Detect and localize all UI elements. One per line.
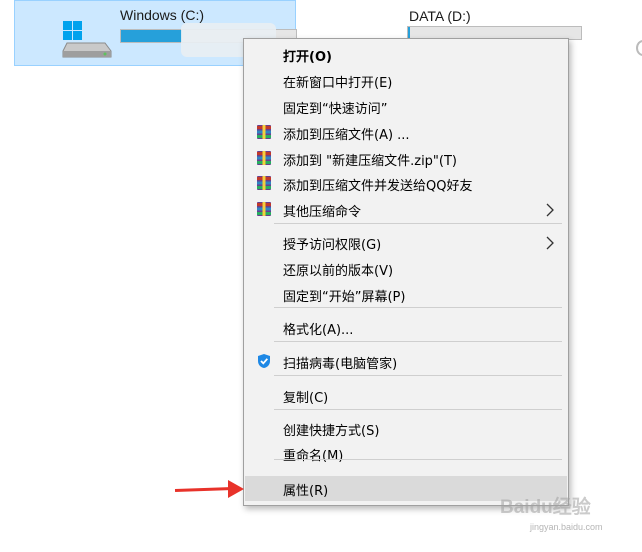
menu-item-label: 打开(O) <box>283 50 332 65</box>
chevron-right-icon <box>543 235 557 250</box>
menu-pin-quick-access[interactable]: 固定到“快速访问” <box>245 94 567 119</box>
drive-c-label: Windows (C:) <box>120 7 205 23</box>
hard-drive-icon <box>62 21 112 58</box>
menu-add-to-zip[interactable]: 添加到 "新建压缩文件.zip"(T) <box>245 146 567 171</box>
winrar-archive-icon <box>256 175 272 191</box>
menu-item-label: 重命名(M) <box>283 449 344 464</box>
menu-other-compress[interactable]: 其他压缩命令 <box>245 197 567 222</box>
menu-item-label: 添加到压缩文件并发送给QQ好友 <box>283 179 473 194</box>
chevron-right-icon <box>543 202 557 217</box>
baidu-watermark: Baidu经验 jingyan.baidu.com <box>490 484 610 544</box>
menu-item-label: 添加到 "新建压缩文件.zip"(T) <box>283 154 457 169</box>
menu-separator <box>274 223 562 224</box>
menu-add-to-archive[interactable]: 添加到压缩文件(A) ... <box>245 120 567 145</box>
annotation-arrow-shaft <box>174 486 234 493</box>
menu-separator <box>274 409 562 410</box>
menu-item-label: 复制(C) <box>283 391 329 406</box>
menu-item-label: 授予访问权限(G) <box>283 238 382 253</box>
winrar-archive-icon <box>256 201 272 217</box>
watermark-url: jingyan.baidu.com <box>530 522 603 532</box>
menu-item-label: 属性(R) <box>283 484 329 499</box>
menu-open-new-window[interactable]: 在新窗口中打开(E) <box>245 68 567 93</box>
menu-give-access[interactable]: 授予访问权限(G) <box>245 230 567 255</box>
partial-drive-icon <box>636 40 642 56</box>
menu-item-label: 添加到压缩文件(A) ... <box>283 128 410 143</box>
context-menu: 打开(O) 在新窗口中打开(E) 固定到“快速访问” 添加到压缩文件(A) ... 添加… <box>243 38 569 506</box>
menu-pin-start[interactable]: 固定到“开始”屏幕(P) <box>245 282 567 307</box>
menu-create-shortcut[interactable]: 创建快捷方式(S) <box>245 416 567 441</box>
menu-separator <box>274 459 562 460</box>
drive-c-usage-fill <box>121 30 183 42</box>
menu-item-label: 还原以前的版本(V) <box>283 264 394 279</box>
menu-rename[interactable]: 重命名(M) <box>245 441 567 466</box>
menu-archive-send-qq[interactable]: 添加到压缩文件并发送给QQ好友 <box>245 171 567 196</box>
winrar-archive-icon <box>256 124 272 140</box>
menu-separator <box>274 375 562 376</box>
menu-open[interactable]: 打开(O) <box>245 42 567 67</box>
menu-item-label: 其他压缩命令 <box>283 205 362 220</box>
menu-item-label: 创建快捷方式(S) <box>283 424 380 439</box>
menu-separator <box>274 307 562 308</box>
menu-item-label: 扫描病毒(电脑管家) <box>283 357 398 372</box>
winrar-archive-icon <box>256 150 272 166</box>
menu-item-label: 固定到“开始”屏幕(P) <box>283 290 406 305</box>
menu-item-label: 在新窗口中打开(E) <box>283 76 393 91</box>
menu-item-label: 格式化(A)... <box>283 323 354 338</box>
menu-copy[interactable]: 复制(C) <box>245 383 567 408</box>
menu-restore-versions[interactable]: 还原以前的版本(V) <box>245 256 567 281</box>
watermark-text: Baidu经验 <box>500 497 591 518</box>
tencent-shield-icon <box>256 353 272 369</box>
menu-scan-virus[interactable]: 扫描病毒(电脑管家) <box>245 349 567 374</box>
annotation-arrow-head <box>228 480 244 498</box>
menu-separator <box>274 341 562 342</box>
drive-d-label[interactable]: DATA (D:) <box>409 8 471 24</box>
menu-item-label: 固定到“快速访问” <box>283 102 388 117</box>
menu-format[interactable]: 格式化(A)... <box>245 315 567 340</box>
